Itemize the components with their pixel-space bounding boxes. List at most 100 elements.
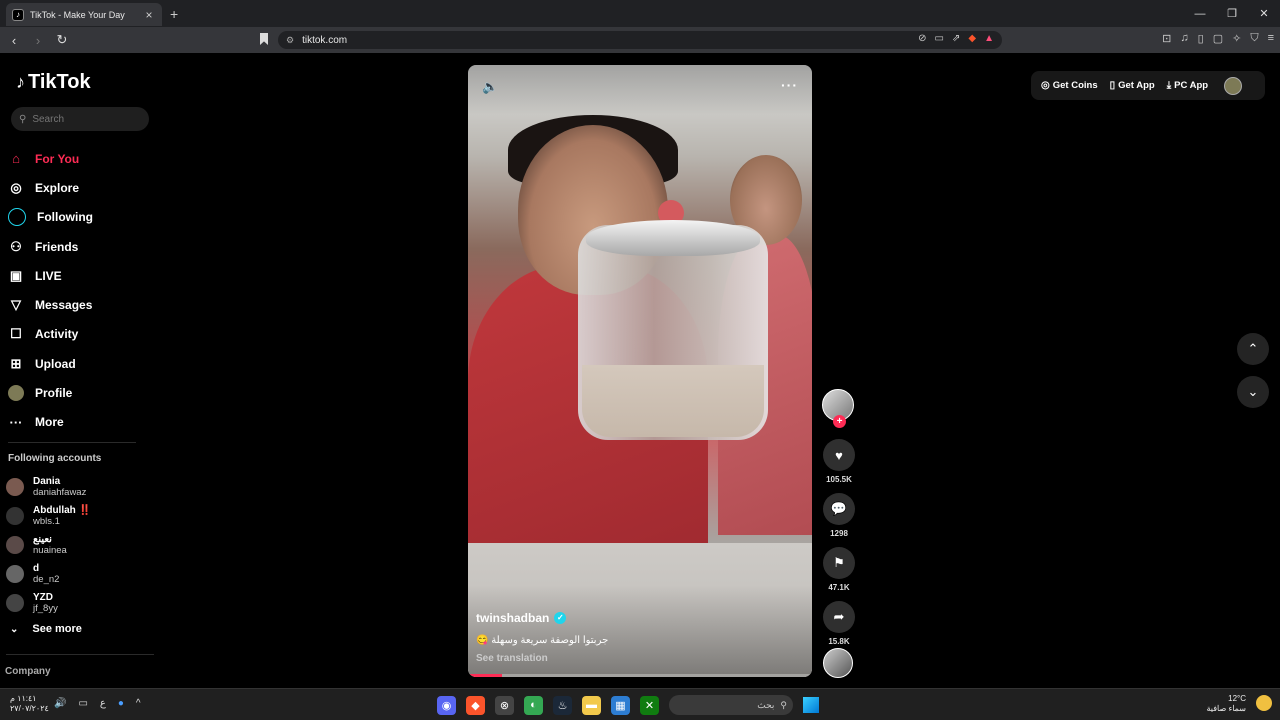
media-icon[interactable]: ♫: [1180, 32, 1188, 45]
get-app-label: Get App: [1118, 80, 1155, 91]
tab-close-icon[interactable]: ×: [142, 8, 156, 22]
list-item[interactable]: نعينع nuainea: [6, 530, 91, 559]
share-icon[interactable]: ⇗: [952, 33, 960, 44]
comment-button[interactable]: 💬: [823, 493, 855, 525]
nav-following[interactable]: Following: [8, 203, 93, 232]
weather-desc: سماء صافية: [1206, 704, 1246, 713]
site-info-icon[interactable]: ⚙: [286, 35, 294, 46]
see-more-label: See more: [32, 623, 82, 635]
tray-chevron-icon[interactable]: ^: [136, 698, 141, 709]
wallet-icon[interactable]: ▢: [1213, 32, 1223, 45]
address-bar[interactable]: ⚙ tiktok.com ⊘ ▭ ⇗ ◆ ▲: [278, 31, 1002, 49]
nav-upload[interactable]: ⊞ Upload: [8, 349, 93, 378]
brave-browser-icon[interactable]: ◆: [466, 695, 485, 715]
see-translation-button[interactable]: See translation: [476, 653, 548, 664]
activity-icon: ☐: [10, 326, 22, 342]
list-item[interactable]: YZD jf_8yy: [6, 589, 91, 618]
volume-icon[interactable]: 🔈: [482, 79, 498, 95]
forward-arrow-icon[interactable]: ›: [28, 33, 48, 48]
bookmark-icon[interactable]: [260, 33, 268, 45]
top-right-actions: ◎ Get Coins ▯ Get App ⤓ PC App: [1031, 71, 1265, 100]
avatar: [6, 535, 24, 554]
nav-more[interactable]: ··· More: [8, 408, 93, 437]
network-tray-icon[interactable]: ▭: [78, 698, 87, 709]
tracking-icon[interactable]: ⊘: [918, 33, 926, 44]
nav-activity[interactable]: ☐ Activity: [8, 320, 93, 349]
nav-friends[interactable]: ⚇ Friends: [8, 232, 93, 261]
maximize-button[interactable]: ❐: [1216, 7, 1248, 20]
language-indicator[interactable]: ع: [100, 698, 106, 709]
search-input[interactable]: [32, 113, 133, 125]
coin-icon: ◎: [1041, 80, 1050, 91]
new-tab-button[interactable]: +: [170, 6, 178, 22]
more-options-icon[interactable]: ···: [781, 77, 798, 93]
browser-tab-tiktok[interactable]: ♪ TikTok - Make Your Day ×: [6, 3, 162, 26]
taskbar-search[interactable]: بحث ⚲: [669, 695, 793, 715]
nav-profile[interactable]: Profile: [8, 378, 93, 407]
cast-icon[interactable]: ▭: [935, 33, 944, 44]
nav-messages[interactable]: ▽ Messages: [8, 290, 93, 319]
get-app-button[interactable]: ▯ Get App: [1110, 80, 1155, 91]
list-item[interactable]: Dania daniahfawaz: [6, 472, 91, 501]
chrome-icon[interactable]: ◐: [524, 695, 543, 715]
reload-icon[interactable]: ↻: [52, 32, 72, 48]
video-progress-bar[interactable]: [468, 674, 812, 677]
discord-icon[interactable]: ◉: [437, 695, 456, 715]
chevron-down-icon: ⌄: [1247, 384, 1259, 399]
get-coins-button[interactable]: ◎ Get Coins: [1041, 80, 1098, 91]
menu-icon[interactable]: ≡: [1268, 32, 1274, 45]
list-item[interactable]: d de_n2: [6, 560, 91, 589]
chevron-up-icon: ⌃: [1247, 341, 1259, 356]
brave-shield-icon[interactable]: ◆: [968, 33, 976, 44]
verified-badge-icon: ✓: [554, 612, 567, 624]
list-item[interactable]: Abdullah ‼️ wbls.1: [6, 501, 91, 530]
user-avatar[interactable]: [1224, 76, 1243, 95]
like-count: 105.5K: [826, 475, 852, 484]
weather-widget[interactable]: 12°C سماء صافية: [1206, 694, 1246, 714]
nav-explore[interactable]: ◎ Explore: [8, 173, 93, 202]
upload-icon: ⊞: [10, 355, 22, 371]
taskbar-apps: ◉ ◆ ⊗ ◐ ♨ ▬ ▦ ✕ بحث ⚲: [437, 695, 819, 715]
share-button[interactable]: ➦: [823, 601, 855, 633]
address-bar-actions: ⊘ ▭ ⇗ ◆ ▲: [918, 33, 994, 44]
screenshot-icon[interactable]: ⊡: [1162, 32, 1171, 45]
vpn-icon[interactable]: ⛉: [1250, 32, 1258, 45]
action-bar: + ♥ 105.5K 💬 1298 ⚑ 47.1K ➦ 15.8K: [822, 389, 856, 655]
tiktok-favicon-icon: ♪: [12, 8, 24, 21]
nav-live[interactable]: ▣ LIVE: [8, 261, 93, 290]
file-explorer-icon[interactable]: ▬: [582, 695, 601, 715]
microphone-icon[interactable]: ●: [118, 698, 124, 709]
brave-rewards-icon[interactable]: ▲: [984, 33, 994, 44]
xbox-icon[interactable]: ✕: [640, 695, 659, 715]
next-video-button[interactable]: ⌄: [1237, 376, 1269, 408]
sound-disc-avatar[interactable]: [823, 648, 853, 678]
app-icon[interactable]: ⊗: [495, 695, 514, 715]
avatar: [6, 565, 24, 584]
video-author[interactable]: twinshadban ✓: [476, 611, 567, 625]
windows-start-icon[interactable]: [803, 697, 819, 713]
volume-tray-icon[interactable]: 🔊: [54, 698, 66, 709]
leo-ai-icon[interactable]: ✧: [1232, 32, 1241, 45]
minimize-button[interactable]: —: [1184, 8, 1216, 20]
nav-for-you[interactable]: ⌂ For You: [8, 144, 93, 173]
back-arrow-icon[interactable]: ‹: [4, 33, 24, 48]
account-name: YZD: [33, 592, 53, 604]
tiktok-logo[interactable]: ♪ TikTok: [16, 71, 91, 94]
see-more-button[interactable]: ⌄ See more: [10, 623, 82, 635]
close-window-button[interactable]: ✕: [1248, 7, 1280, 20]
company-link[interactable]: Company: [5, 666, 51, 677]
creator-avatar[interactable]: +: [822, 389, 854, 428]
save-button[interactable]: ⚑: [823, 547, 855, 579]
follow-plus-icon[interactable]: +: [833, 415, 846, 428]
previous-video-button[interactable]: ⌃: [1237, 333, 1269, 365]
bookmark-save-icon: ⚑: [833, 555, 845, 570]
nav-label: Friends: [35, 239, 79, 254]
steam-icon[interactable]: ♨: [553, 695, 572, 715]
search-box[interactable]: ⚲: [11, 107, 149, 131]
pc-app-button[interactable]: ⤓ PC App: [1167, 80, 1208, 91]
sidebar-toggle-icon[interactable]: ▯: [1198, 32, 1204, 45]
clock[interactable]: ١١:٤١ م ٢٧/٠٧/٢٠٢٤: [10, 694, 49, 714]
like-button[interactable]: ♥: [823, 439, 855, 471]
video-player[interactable]: 🔈 ··· twinshadban ✓ جربتوا الوصفة سريعة …: [468, 65, 812, 677]
store-icon[interactable]: ▦: [611, 695, 630, 715]
